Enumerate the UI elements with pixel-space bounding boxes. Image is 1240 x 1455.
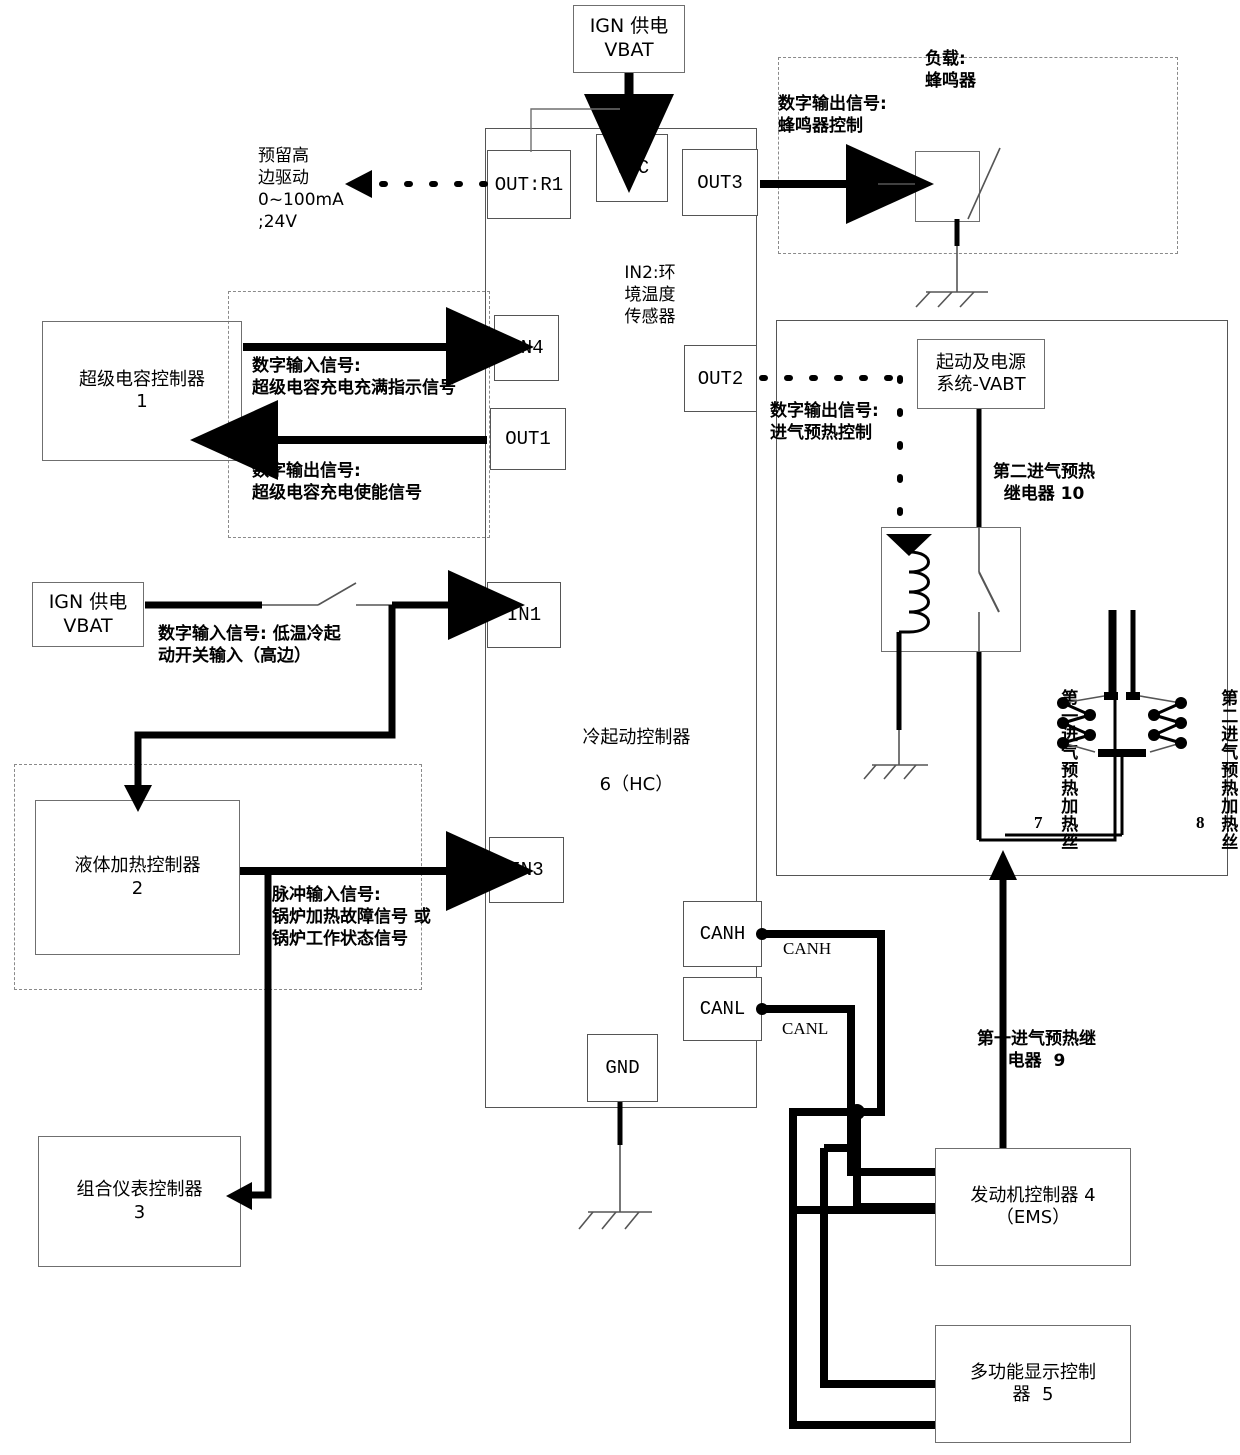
pin-out1[interactable]: OUT1 xyxy=(490,408,566,470)
block-start-power-label: 起动及电源 系统-VABT xyxy=(936,351,1026,396)
label-cold-start-switch-input: 数字输入信号: 低温冷起 动开关输入（高边） xyxy=(158,624,341,667)
pin-in4[interactable]: IN4 xyxy=(494,315,559,381)
canl-bus-wiring xyxy=(756,1003,935,1388)
relay10-body xyxy=(881,527,1021,652)
pin-in3[interactable]: IN3 xyxy=(489,837,564,903)
label-preheat-output-signal: 数字输出信号: 进气预热控制 xyxy=(770,401,879,444)
block-liquid-heater-controller[interactable]: 液体加热控制器 2 xyxy=(35,800,240,955)
main-controller-number-text: 6（HC） xyxy=(599,774,674,796)
block-ign-left[interactable]: IGN 供电 VBAT xyxy=(32,582,144,647)
label-preheat-wire-8-number: 8 xyxy=(1196,813,1205,832)
label-supercap-input-signal: 数字输入信号: 超级电容充电充满指示信号 xyxy=(252,356,456,399)
block-liquid-heater-label: 液体加热控制器 2 xyxy=(74,855,201,899)
label-canl-wire: CANL xyxy=(782,1019,829,1038)
pin-out3[interactable]: OUT3 xyxy=(682,149,758,216)
pin-in1[interactable]: IN1 xyxy=(487,582,561,648)
pin-out2[interactable]: OUT2 xyxy=(684,345,757,412)
pin-gnd[interactable]: GND xyxy=(587,1034,658,1102)
pin-out-r1[interactable]: OUT:R1 xyxy=(487,150,571,219)
block-cluster-label: 组合仪表控制器 3 xyxy=(76,1179,203,1223)
main-controller-name-text: 冷起动控制器 xyxy=(582,727,691,749)
label-load-buzzer: 负载: 蜂鸣器 xyxy=(925,49,976,92)
label-relay-10: 第二进气预热 继电器 10 xyxy=(993,462,1095,505)
diagram-canvas: IN2:环 境温度 传感器 冷起动控制器 6（HC） OUT:R1 VCC OU… xyxy=(0,0,1240,1455)
block-ign-top[interactable]: IGN 供电 VBAT xyxy=(573,5,685,73)
block-supercap-controller[interactable]: 超级电容控制器 1 xyxy=(42,321,242,461)
pin-canh[interactable]: CANH xyxy=(683,901,762,967)
label-relay-9: 第一进气预热继 电器 9 xyxy=(977,1029,1096,1072)
wire-relay9-to-engine-ecu xyxy=(989,850,1017,1148)
label-preheat-wire-8-text: 第二进气预热加热丝 xyxy=(1217,689,1238,851)
buzzer-load-symbol xyxy=(915,151,980,222)
block-ign-left-label: IGN 供电 VBAT xyxy=(48,590,128,637)
label-supercap-output-signal: 数字输出信号: 超级电容充电使能信号 xyxy=(252,461,422,504)
label-boiler-pulse-input: 脉冲输入信号: 锅炉加热故障信号 或 锅炉工作状态信号 xyxy=(272,885,431,950)
label-preheat-wire-7-text: 第一进气预热加热丝 xyxy=(1057,689,1078,851)
block-ign-top-label: IGN 供电 VBAT xyxy=(589,15,669,61)
block-cluster-controller[interactable]: 组合仪表控制器 3 xyxy=(38,1136,241,1267)
block-multifunction-display[interactable]: 多功能显示控制 器 5 xyxy=(935,1325,1131,1443)
block-multifunction-display-label: 多功能显示控制 器 5 xyxy=(970,1361,1096,1406)
label-canh-wire: CANH xyxy=(783,939,832,958)
canh-bus-wiring xyxy=(756,928,935,1429)
pin-vcc[interactable]: VCC xyxy=(596,134,668,202)
block-start-power-system[interactable]: 起动及电源 系统-VABT xyxy=(917,339,1045,409)
wire-reserved-drive-dotted xyxy=(345,170,488,198)
label-buzzer-signal: 数字输出信号: 蜂鸣器控制 xyxy=(778,94,887,137)
main-controller-inner-label: IN2:环 境温度 传感器 xyxy=(624,263,676,328)
block-supercap-label: 超级电容控制器 1 xyxy=(79,368,205,413)
block-engine-ecu[interactable]: 发动机控制器 4 （EMS） xyxy=(935,1148,1131,1266)
controller-ground xyxy=(578,1102,652,1230)
pin-canl[interactable]: CANL xyxy=(683,977,762,1041)
block-engine-ecu-label: 发动机控制器 4 （EMS） xyxy=(970,1184,1096,1229)
label-reserve-highside-drive: 预留高 边驱动 0~100mA ;24V xyxy=(258,146,344,233)
label-preheat-wire-7-number: 7 xyxy=(1034,813,1043,832)
main-controller-name: 冷起动控制器 6（HC） xyxy=(510,703,740,820)
label-preheat-wire-7: 第一进气预热加热丝 xyxy=(1034,605,1100,851)
